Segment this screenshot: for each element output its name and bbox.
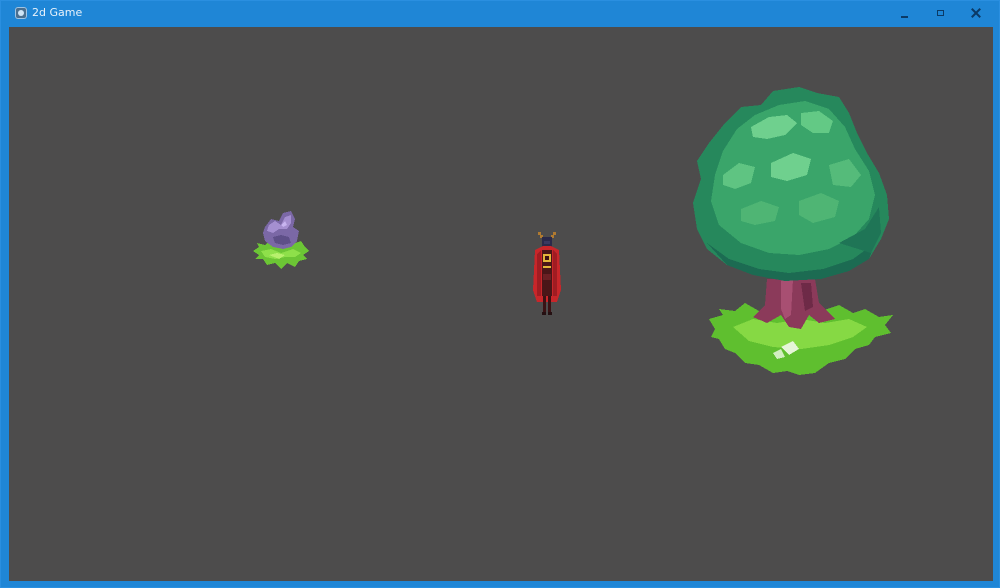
close-button[interactable] — [959, 1, 993, 27]
rock-sprite — [253, 211, 309, 269]
title-bar[interactable]: 2d Game — [1, 1, 999, 27]
minimize-button[interactable] — [888, 1, 922, 27]
player-sprite[interactable] — [531, 230, 563, 318]
game-viewport[interactable] — [9, 27, 993, 581]
game-window: 2d Game — [0, 0, 1000, 588]
app-icon — [15, 7, 27, 19]
maximize-button[interactable] — [924, 1, 958, 27]
maximize-icon — [937, 10, 944, 16]
window-title: 2d Game — [32, 6, 83, 19]
minimize-icon — [901, 16, 908, 18]
close-icon — [971, 8, 981, 18]
tree-sprite — [693, 87, 893, 375]
